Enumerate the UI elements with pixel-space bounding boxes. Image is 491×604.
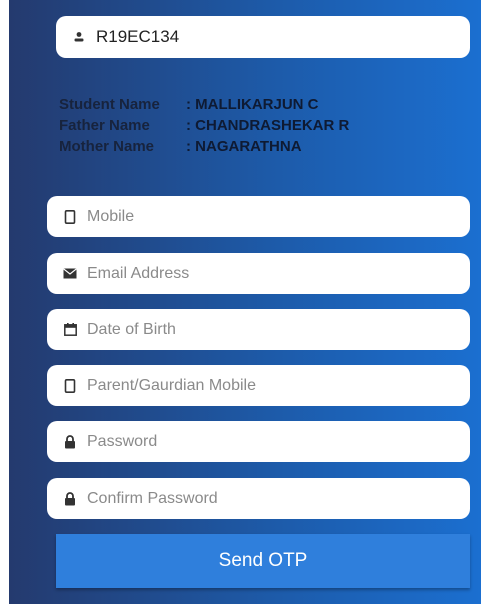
student-name-label: Student Name xyxy=(59,96,160,113)
registration-number-value: R19EC134 xyxy=(96,27,180,46)
user-icon xyxy=(70,28,88,46)
registration-number-field[interactable]: R19EC134 xyxy=(56,16,470,58)
mobile-icon xyxy=(61,208,79,226)
student-name-row: Student Name : MALLIKARJUN C xyxy=(59,94,349,115)
student-info: Student Name : MALLIKARJUN C Father Name… xyxy=(59,94,349,157)
mother-name-label: Mother Name xyxy=(59,138,155,155)
password-field[interactable]: Password xyxy=(47,421,470,462)
father-name-value: : CHANDRASHEKAR R xyxy=(186,117,350,134)
parent-mobile-field[interactable]: Parent/Gaurdian Mobile xyxy=(47,365,470,406)
mother-name-value: : NAGARATHNA xyxy=(186,138,302,155)
mobile-icon xyxy=(61,377,79,395)
password-placeholder: Password xyxy=(87,432,158,450)
confirm-password-placeholder: Confirm Password xyxy=(87,489,218,507)
email-placeholder: Email Address xyxy=(87,264,190,282)
mother-name-row: Mother Name : NAGARATHNA xyxy=(59,136,349,157)
registration-panel: R19EC134 Student Name : MALLIKARJUN C Fa… xyxy=(9,0,481,604)
father-name-row: Father Name : CHANDRASHEKAR R xyxy=(59,115,349,136)
envelope-icon xyxy=(61,265,79,283)
father-name-label: Father Name xyxy=(59,117,150,134)
dob-field[interactable]: Date of Birth xyxy=(47,309,470,350)
send-otp-button[interactable]: Send OTP xyxy=(56,534,470,588)
lock-icon xyxy=(61,433,79,451)
email-field[interactable]: Email Address xyxy=(47,253,470,294)
student-name-value: : MALLIKARJUN C xyxy=(186,96,319,113)
dob-placeholder: Date of Birth xyxy=(87,320,176,338)
lock-icon xyxy=(61,490,79,508)
mobile-placeholder: Mobile xyxy=(87,207,135,225)
confirm-password-field[interactable]: Confirm Password xyxy=(47,478,470,519)
mobile-field[interactable]: Mobile xyxy=(47,196,470,237)
parent-mobile-placeholder: Parent/Gaurdian Mobile xyxy=(87,376,256,394)
calendar-icon xyxy=(61,321,79,339)
